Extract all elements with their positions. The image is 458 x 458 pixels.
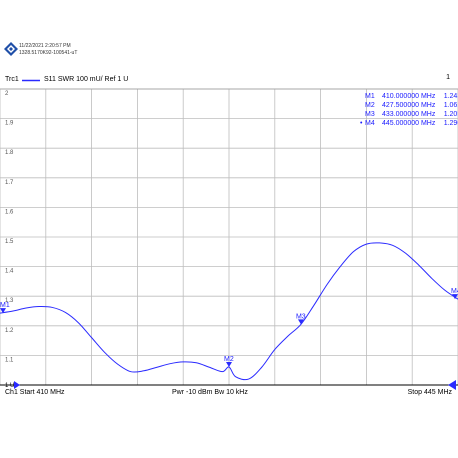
marker-value: 1.290 [443, 120, 458, 127]
marker-id: M3 [365, 111, 375, 118]
marker-m4-label: M4 [451, 288, 458, 295]
y-tick-label: 1.8 [5, 150, 14, 156]
marker-freq: 445.000000 [382, 120, 419, 127]
marker-row[interactable]: M1410.000000 MHz 1.243 U [360, 92, 458, 101]
marker-value: 1.061 [443, 102, 458, 109]
marker-m1-label: M1 [0, 302, 10, 309]
ref-level-left-icon [14, 381, 20, 389]
marker-freq-unit: MHz [420, 120, 436, 127]
marker-id: M4 [365, 120, 375, 127]
marker-freq: 433.000000 [382, 111, 419, 118]
y-tick-label: 1.1 [5, 357, 14, 363]
marker-table: M1410.000000 MHz 1.243 U M2427.500000 MH… [360, 92, 458, 128]
marker-value: 1.205 [443, 111, 458, 118]
y-tick-label: 1.9 [5, 121, 14, 127]
vna-screen: { "header": { "date": "11/22/2021 2:20:5… [0, 0, 458, 458]
y-tick-label: 1.2 [5, 328, 14, 334]
marker-freq: 410.000000 [382, 93, 419, 100]
marker-freq-unit: MHz [420, 111, 436, 118]
marker-value: 1.243 [443, 93, 458, 100]
footer-start[interactable]: Ch1 Start 410 MHz [5, 389, 65, 396]
footer-power-bandwidth[interactable]: Pwr -10 dBm Bw 10 kHz [172, 389, 248, 396]
marker-freq-unit: MHz [420, 93, 436, 100]
y-tick-label: 1.6 [5, 209, 14, 215]
marker-freq: 427.500000 [382, 102, 419, 109]
footer-stop[interactable]: Stop 445 MHz [408, 389, 452, 396]
marker-row[interactable]: M3433.000000 MHz 1.205 U [360, 110, 458, 119]
marker-row[interactable]: •M4445.000000 MHz 1.290 U [360, 119, 458, 128]
y-tick-label: 1.5 [5, 239, 14, 245]
marker-row[interactable]: M2427.500000 MHz 1.061 U [360, 101, 458, 110]
marker-m3-label: M3 [296, 313, 306, 320]
marker-freq-unit: MHz [420, 102, 436, 109]
y-tick-label: 1.4 [5, 269, 14, 275]
marker-m2-label: M2 [224, 356, 234, 363]
marker-id: M1 [365, 93, 375, 100]
y-tick-label: 2 [5, 91, 9, 97]
y-tick-label: 1.7 [5, 180, 14, 186]
marker-id: M2 [365, 102, 375, 109]
